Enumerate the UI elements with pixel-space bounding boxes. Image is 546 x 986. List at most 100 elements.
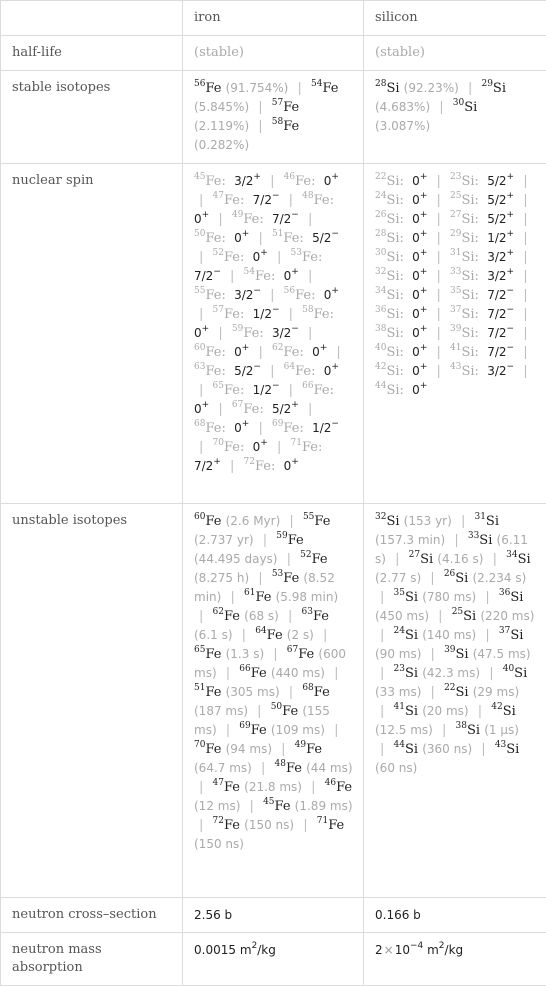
isotope-label: 43Si: [495, 742, 520, 757]
mass-number: 40: [375, 343, 386, 353]
isotope-label: 36Si: [499, 590, 524, 605]
mass-number: 54: [311, 79, 322, 89]
mass-number: 62: [213, 607, 224, 617]
mass-number: 55: [194, 286, 205, 296]
isotope-value: (92.23%): [404, 81, 459, 95]
parity: +: [242, 419, 250, 429]
separator: |: [194, 440, 208, 455]
isotope-label: 39Si: [444, 647, 469, 662]
mass-number: 31: [474, 512, 485, 522]
isotope-value: (109 ms): [271, 723, 325, 737]
mantissa: 0.0015: [194, 943, 236, 957]
isotope-entry: 63Fe: 5/2−: [194, 364, 261, 379]
parity: +: [507, 191, 515, 201]
spin-value: 0+: [284, 459, 299, 473]
separator: |: [432, 174, 446, 189]
isotope-entry: 38Si: 0+: [375, 326, 427, 341]
isotope-label: 26Si:: [375, 212, 404, 227]
mass-number: 23: [394, 664, 405, 674]
row-label: unstable isotopes: [1, 504, 183, 898]
spin-value: 7/2−: [487, 288, 514, 302]
isotope-label: 71Fe: [317, 818, 344, 833]
isotope-entry: 25Si: 5/2+: [450, 193, 514, 208]
isotope-entry: 64Fe: 0+: [284, 364, 339, 379]
isotope-label: 66Fe: [239, 666, 266, 681]
mass-number: 46: [284, 172, 295, 182]
separator: |: [284, 685, 298, 700]
unstable-isotopes-iron: 60Fe (2.6 Myr) | 55Fe (2.737 yr) | 59Fe …: [183, 504, 364, 898]
isotope-label: 33Si: [468, 533, 493, 548]
separator: |: [221, 723, 235, 738]
isotope-value: (1.89 ms): [295, 799, 353, 813]
isotope-entry: 23Si: 5/2+: [450, 174, 514, 189]
isotope-value: (0.282%): [194, 138, 249, 152]
separator: |: [253, 345, 267, 360]
isotope-label: 44Si:: [375, 383, 404, 398]
isotope-value: (157.3 min): [375, 533, 445, 547]
separator: |: [518, 231, 532, 246]
separator: |: [432, 345, 446, 360]
isotope-label: 36Si:: [375, 307, 404, 322]
isotope-label: 23Si:: [450, 174, 479, 189]
isotope-label: 40Si: [503, 666, 528, 681]
separator: |: [518, 193, 532, 208]
parity: +: [213, 457, 221, 467]
isotope-entry: 51Fe: 5/2−: [272, 231, 339, 246]
isotope-label: 50Fe: [271, 704, 298, 719]
isotope-entry: 37Si: 7/2−: [450, 307, 514, 322]
spin-value: 0+: [412, 212, 427, 226]
separator: |: [194, 193, 208, 208]
isotope-label: 34Si: [506, 552, 531, 567]
isotope-entry: 33Si: 3/2+: [450, 269, 514, 284]
mass-number: 46: [325, 778, 336, 788]
mass-number: 48: [302, 191, 313, 201]
unit-base: m: [240, 943, 252, 957]
unit-base: m: [427, 943, 439, 957]
isotope-entry: 65Fe (1.3 s): [194, 647, 264, 662]
separator: |: [303, 212, 317, 227]
isotope-label: 60Fe:: [194, 345, 226, 360]
separator: |: [213, 402, 227, 417]
isotope-entry: 22Si: 0+: [375, 174, 427, 189]
spin-value: 3/2−: [487, 364, 514, 378]
isotope-label: 53Fe:: [291, 250, 323, 265]
spin-value: 0+: [324, 174, 339, 188]
parity: +: [507, 210, 515, 220]
isotope-entry: 24Si (140 ms): [394, 628, 477, 643]
isotope-value: (47.5 ms): [473, 647, 531, 661]
spin-value: 5/2+: [487, 193, 514, 207]
spin-value: 0+: [412, 364, 427, 378]
mass-number: 70: [194, 740, 205, 750]
half-life-silicon: (stable): [364, 36, 546, 71]
separator: |: [253, 421, 267, 436]
isotope-value: (20 ms): [422, 704, 468, 718]
mass-number: 23: [450, 172, 461, 182]
isotope-label: 24Si:: [375, 193, 404, 208]
isotope-entry: 23Si (42.3 ms): [394, 666, 481, 681]
isotope-label: 68Fe: [302, 685, 329, 700]
parity: +: [202, 324, 210, 334]
isotope-entry: 46Fe: 0+: [284, 174, 339, 189]
isotope-label: 45Fe:: [194, 174, 226, 189]
isotope-label: 53Fe: [272, 571, 299, 586]
spin-value: 7/2−: [487, 345, 514, 359]
isotope-value: (94 ms): [226, 742, 272, 756]
nuclear-spin-silicon: 22Si: 0+ | 23Si: 5/2+ | 24Si: 0+ | 25Si:…: [364, 164, 546, 504]
mass-number: 39: [444, 645, 455, 655]
mass-number: 52: [300, 550, 311, 560]
isotope-value: (68 s): [244, 609, 279, 623]
separator: |: [253, 100, 267, 115]
separator: |: [432, 288, 446, 303]
spin-value: 5/2+: [487, 212, 514, 226]
isotope-label: 22Si: [444, 685, 469, 700]
parity: +: [291, 457, 299, 467]
separator: |: [375, 742, 389, 757]
mass-number: 68: [302, 683, 313, 693]
spin-value: 0+: [412, 231, 427, 245]
separator: |: [303, 402, 317, 417]
parity: +: [260, 438, 268, 448]
isotope-entry: 42Si: 0+: [375, 364, 427, 379]
separator: |: [463, 81, 477, 96]
mass-number: 33: [468, 531, 479, 541]
separator: |: [518, 345, 532, 360]
